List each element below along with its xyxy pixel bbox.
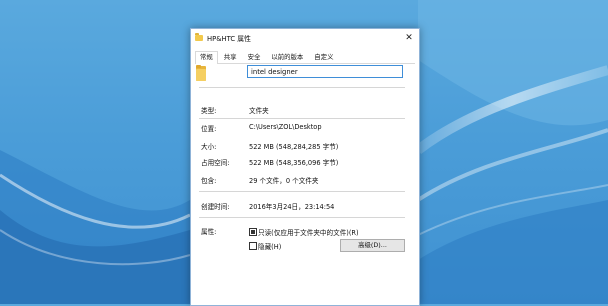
title-bar: HP&HTC 属性 ✕ (191, 29, 419, 47)
tab-previous-versions[interactable]: 以前的版本 (266, 51, 308, 63)
contains-row: 包含: 29 个文件，0 个文件夹 (201, 175, 407, 185)
size-on-disk-label: 占用空间: (201, 159, 230, 167)
contains-value: 29 个文件，0 个文件夹 (249, 177, 319, 185)
tab-customize[interactable]: 自定义 (309, 51, 338, 63)
size-row: 大小: 522 MB (548,284,285 字节) (201, 141, 407, 151)
tab-bar: 常规 共享 安全 以前的版本 自定义 (195, 51, 415, 64)
type-row: 类型: 文件夹 (201, 105, 407, 115)
tab-security[interactable]: 安全 (243, 51, 266, 63)
close-button[interactable]: ✕ (403, 32, 415, 44)
location-row: 位置: C:\Users\ZOL\Desktop (201, 123, 407, 133)
divider (199, 87, 405, 88)
readonly-checkbox[interactable] (249, 228, 257, 236)
close-icon: ✕ (405, 33, 413, 43)
type-label: 类型: (201, 107, 217, 115)
size-on-disk-value: 522 MB (548,356,096 字节) (249, 159, 339, 167)
created-row: 创建时间: 2016年3月24日，23:14:54 (201, 201, 407, 211)
size-value: 522 MB (548,284,285 字节) (249, 143, 339, 151)
divider (199, 191, 405, 192)
window-title: HP&HTC 属性 (207, 35, 251, 43)
size-label: 大小: (201, 143, 217, 151)
attributes-label: 属性: (201, 228, 217, 236)
readonly-label: 只读(仅应用于文件夹中的文件)(R) (258, 229, 359, 237)
divider (199, 217, 405, 218)
hidden-checkbox[interactable] (249, 242, 257, 250)
folder-icon (195, 33, 203, 41)
created-label: 创建时间: (201, 203, 230, 211)
divider (199, 118, 405, 119)
created-value: 2016年3月24日，23:14:54 (249, 203, 335, 211)
folder-icon (196, 65, 206, 81)
hidden-label: 隐藏(H) (258, 243, 282, 251)
tab-sharing[interactable]: 共享 (219, 51, 242, 63)
contains-label: 包含: (201, 177, 217, 185)
location-value: C:\Users\ZOL\Desktop (249, 123, 322, 131)
folder-name-input[interactable] (247, 65, 403, 78)
location-label: 位置: (201, 125, 217, 133)
advanced-button[interactable]: 高级(D)... (340, 239, 405, 252)
properties-window: HP&HTC 属性 ✕ 常规 共享 安全 以前的版本 自定义 类型: 文件夹 位… (190, 28, 420, 306)
size-on-disk-row: 占用空间: 522 MB (548,356,096 字节) (201, 157, 407, 167)
type-value: 文件夹 (249, 107, 269, 115)
